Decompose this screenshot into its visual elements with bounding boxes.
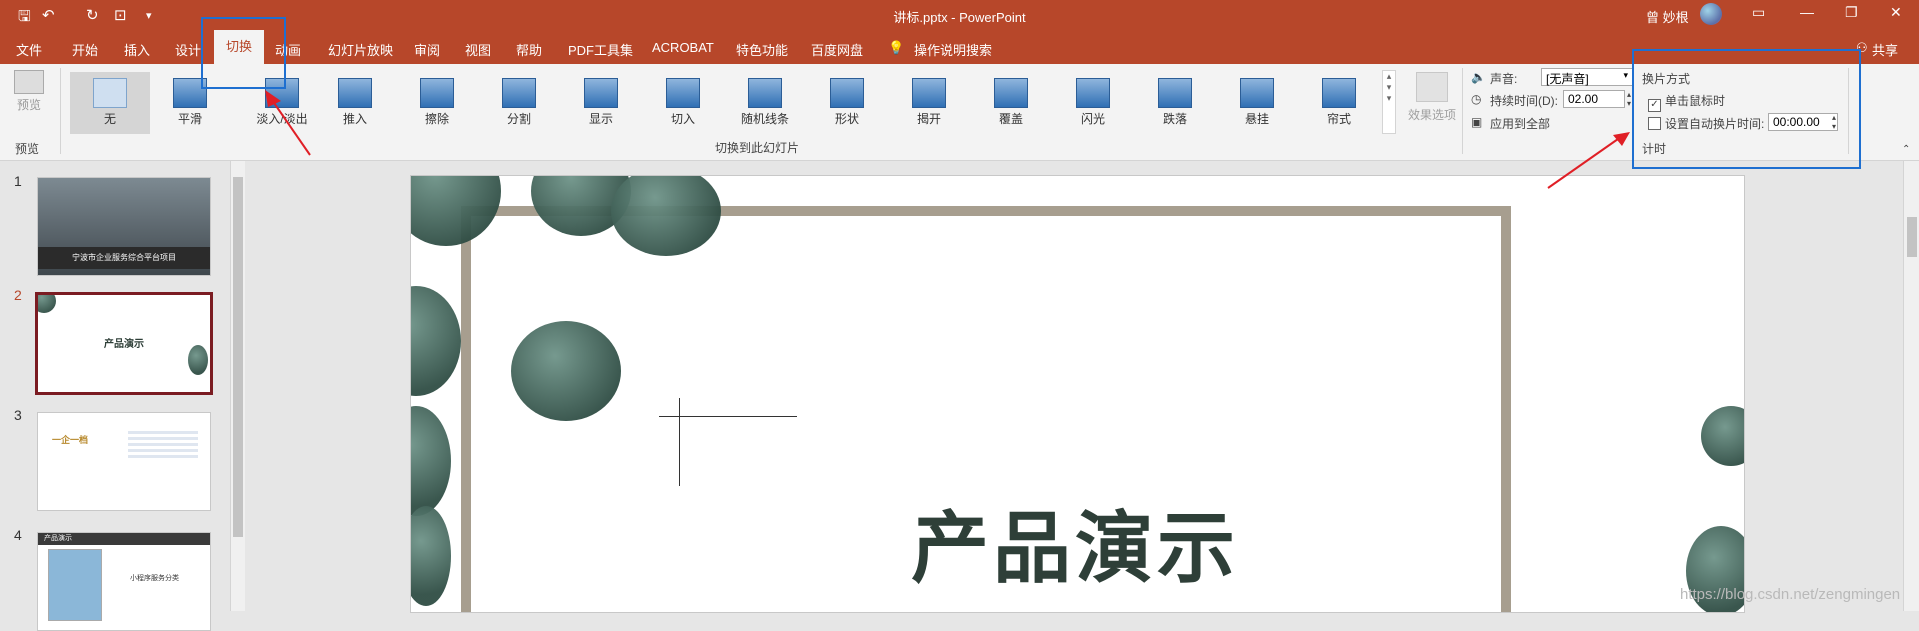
annotation-arrows [265,90,1630,189]
annotation-arrow [271,99,311,156]
arrowhead [265,90,281,107]
annotation-arrow [1547,138,1619,189]
arrowhead [1613,132,1630,146]
